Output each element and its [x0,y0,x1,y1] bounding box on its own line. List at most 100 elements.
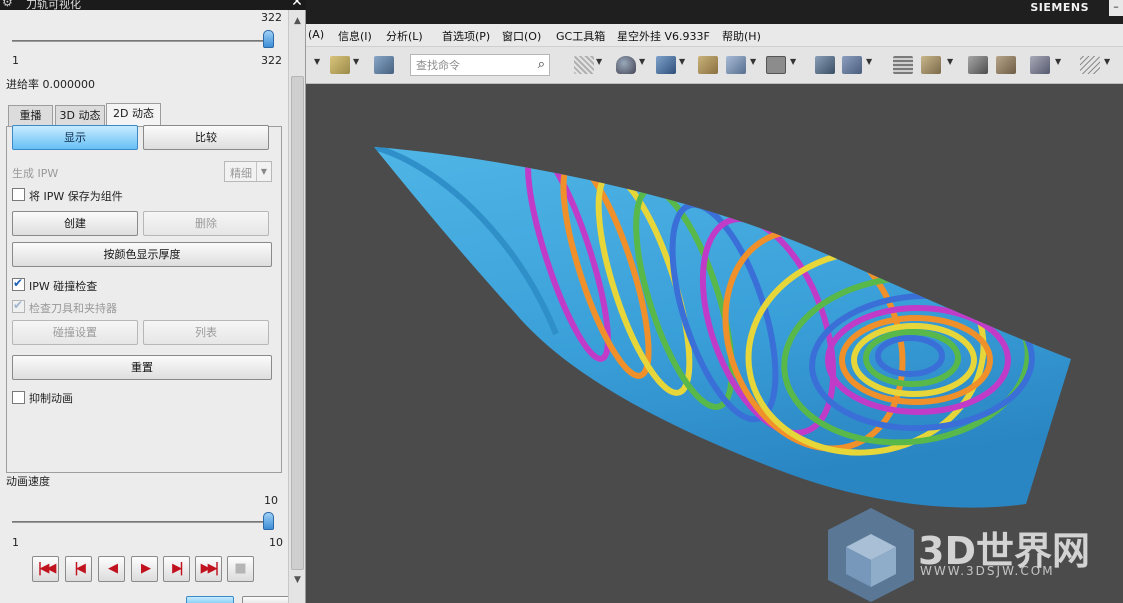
check-tool-holder-checkbox[interactable] [12,298,25,313]
ipw-precision-value: 精细 [230,167,252,180]
ipw-precision-select[interactable]: 精细 ▼ [224,161,272,182]
chevron-down-icon[interactable]: ▼ [947,57,953,66]
animation-speed-label: 动画速度 [6,475,50,488]
menu-info[interactable]: 信息(I) [338,28,372,44]
app-title-bar: SIEMENS – [306,0,1123,24]
reset-button[interactable]: 重置 [12,355,272,380]
shaded-view-icon[interactable] [616,56,636,74]
list-button[interactable]: 列表 [143,320,269,345]
delete-button[interactable]: 删除 [143,211,269,236]
ipw-collision-check-checkbox[interactable] [12,276,25,291]
menu-assembly[interactable]: (A) [308,28,324,41]
command-search-input[interactable] [411,55,527,75]
menu-preferences[interactable]: 首选项(P) [442,28,490,44]
tool-icon[interactable] [968,56,988,74]
menu-plugin[interactable]: 星空外挂 V6.933F [617,28,710,44]
feed-rate-text: 进给率 0.000000 [6,78,95,91]
play-button[interactable]: ▶ [131,556,158,582]
dialog-scrollbar[interactable]: ▲ ▼ [288,10,305,603]
search-icon[interactable]: ⌕ [538,57,545,72]
cube-view-icon[interactable] [656,56,676,74]
cancel-button-partial[interactable] [242,596,288,603]
compare-button[interactable]: 比较 [143,125,269,150]
step-forward-icon: ▶| [172,561,184,576]
coordinate-icon[interactable] [1080,56,1100,74]
ok-button-partial[interactable] [186,596,234,603]
section-view-icon[interactable] [698,56,718,74]
chevron-down-icon[interactable]: ▼ [790,57,796,66]
check-tool-holder-label: 检查刀具和夹持器 [29,302,117,315]
tab-replay[interactable]: 重播 [8,105,53,126]
siemens-logo: SIEMENS [1030,1,1089,14]
chevron-down-icon[interactable]: ▼ [353,57,359,66]
play-reverse-button[interactable]: ◀ [98,556,125,582]
scroll-up-icon[interactable]: ▲ [292,16,303,27]
scroll-down-icon[interactable]: ▼ [292,575,303,586]
layer-view-icon[interactable] [726,56,746,74]
chevron-down-icon[interactable]: ▼ [1104,57,1110,66]
skip-to-end-icon: ▶▶| [200,561,220,576]
minimize-button[interactable]: – [1109,0,1123,16]
path-slider-thumb[interactable] [263,30,274,48]
dialog-titlebar: ⚙ 刀轨可视化 [0,0,306,10]
step-back-button[interactable]: |◀ [65,556,92,582]
chevron-down-icon[interactable]: ▼ [679,57,685,66]
speed-slider-thumb[interactable] [263,512,274,530]
measure-icon[interactable] [921,56,941,74]
show-thickness-by-color-button[interactable]: 按颜色显示厚度 [12,242,272,267]
speed-max-label: 10 [264,494,278,507]
step-forward-button[interactable]: ▶| [163,556,190,582]
path-icon[interactable] [1030,56,1050,74]
chevron-down-icon[interactable]: ▼ [866,57,872,66]
skip-to-start-icon: |◀◀ [37,561,57,576]
suppress-animation-label: 抑制动画 [29,392,73,405]
move-object-icon[interactable] [815,56,835,74]
save-ipw-as-component-checkbox[interactable] [12,188,25,201]
stop-button[interactable]: ■ [227,556,254,582]
move-component-icon[interactable] [374,56,394,74]
speed-min-label: 1 [12,536,19,549]
chevron-down-icon[interactable]: ▼ [639,57,645,66]
path-visualization-dialog: ⚙ 刀轨可视化 ✕ 322 1 322 进给率 0.000000 重播 3D 动… [0,0,306,603]
scrollbar-thumb[interactable] [291,76,304,570]
watermark-logo-icon [828,508,914,602]
tab-2d-dynamic[interactable]: 2D 动态 [106,103,161,126]
fixture-icon[interactable] [996,56,1016,74]
tab-3d-dynamic[interactable]: 3D 动态 [55,105,105,126]
suppress-animation-checkbox[interactable] [12,391,25,404]
speed-slider-track[interactable] [12,521,274,523]
menu-help[interactable]: 帮助(H) [722,28,761,44]
layers-icon[interactable] [893,56,913,74]
graphics-viewport[interactable]: 3D世界网 WWW.3DSJW.COM [306,84,1123,603]
collision-settings-button[interactable]: 碰撞设置 [12,320,138,345]
speed-value-label: 10 [269,536,283,549]
dialog-body: 322 1 322 进给率 0.000000 重播 3D 动态 2D 动态 显示… [0,10,288,603]
color-swatch-icon[interactable] [766,56,786,74]
assembly-icon[interactable] [330,56,350,74]
chevron-down-icon[interactable]: ▼ [750,57,756,66]
step-back-icon: |◀ [74,561,86,576]
toolbar: ▼ ▼ ⌕ ▼ ▼ ▼ ▼ ▼ ▼ ▼ ▼ ▼ [306,47,1123,84]
path-slider-track[interactable] [12,40,274,42]
ipw-collision-check-label: IPW 碰撞检查 [29,280,98,293]
snap-grid-icon[interactable] [574,56,594,74]
chevron-down-icon[interactable]: ▼ [1055,57,1061,66]
chevron-down-icon: ▼ [256,162,271,181]
transform-icon[interactable] [842,56,862,74]
top-slider-value-label: 322 [261,54,282,67]
show-button[interactable]: 显示 [12,125,138,150]
dialog-title: 刀轨可视化 [26,0,81,10]
chevron-down-icon[interactable]: ▼ [596,57,602,66]
chevron-down-icon[interactable]: ▼ [314,57,320,66]
gear-icon: ⚙ [2,0,13,9]
menu-window[interactable]: 窗口(O) [502,28,541,44]
skip-to-end-button[interactable]: ▶▶| [195,556,222,582]
create-button[interactable]: 创建 [12,211,138,236]
command-search[interactable]: ⌕ [410,54,550,76]
generate-ipw-label: 生成 IPW [12,167,59,180]
play-reverse-icon: ◀ [108,561,118,576]
menu-analysis[interactable]: 分析(L) [386,28,423,44]
menu-gc-toolbox[interactable]: GC工具箱 [556,28,605,44]
menu-bar: (A) 信息(I) 分析(L) 首选项(P) 窗口(O) GC工具箱 星空外挂 … [306,24,1123,47]
skip-to-start-button[interactable]: |◀◀ [32,556,59,582]
